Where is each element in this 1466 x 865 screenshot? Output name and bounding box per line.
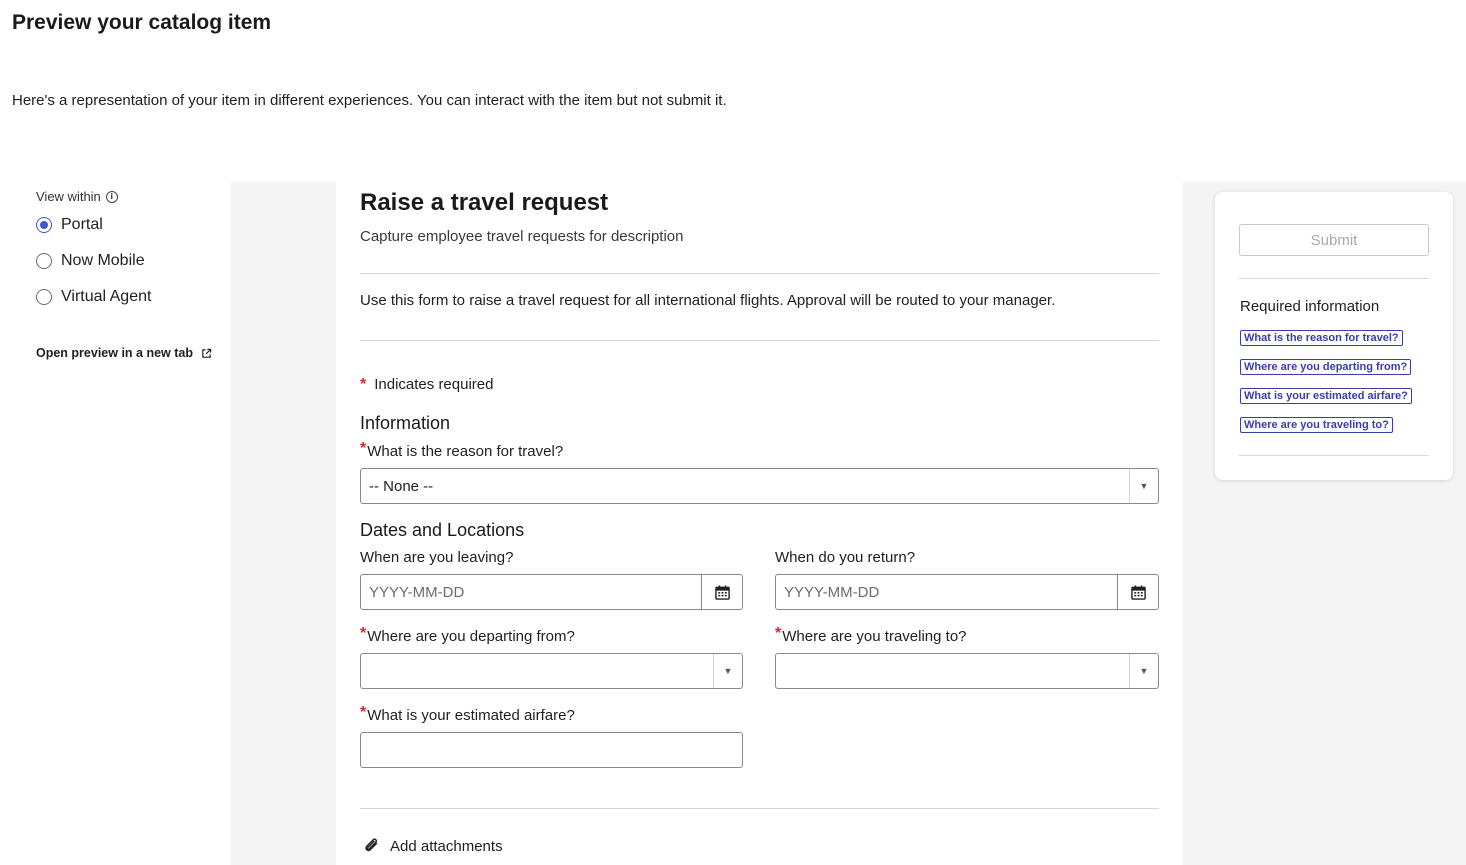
- departing-label-text: Where are you departing from?: [367, 628, 575, 645]
- radio-label-virtual-agent: Virtual Agent: [61, 288, 152, 305]
- traveling-to-label-text: Where are you traveling to?: [782, 628, 967, 645]
- leaving-date-field[interactable]: [360, 574, 743, 610]
- reason-select-value: -- None --: [369, 477, 434, 495]
- calendar-icon[interactable]: [701, 575, 742, 609]
- airfare-label: * What is your estimated airfare?: [360, 704, 575, 725]
- chevron-down-icon[interactable]: ▼: [1129, 654, 1158, 688]
- return-label: When do you return?: [775, 549, 915, 566]
- required-marker: *: [360, 376, 367, 393]
- indicates-required-text: Indicates required: [374, 376, 494, 393]
- divider: [360, 808, 1159, 809]
- radio-label-now-mobile: Now Mobile: [61, 252, 145, 269]
- departing-select[interactable]: ▼: [360, 653, 743, 689]
- airfare-label-text: What is your estimated airfare?: [367, 707, 575, 724]
- required-marker: *: [360, 440, 367, 457]
- departing-label: * Where are you departing from?: [360, 625, 575, 646]
- submit-button[interactable]: Submit: [1239, 224, 1429, 256]
- form-title: Raise a travel request: [360, 189, 609, 216]
- airfare-input[interactable]: [361, 733, 742, 767]
- calendar-icon[interactable]: [1117, 575, 1158, 609]
- view-within-text: View within: [36, 189, 101, 204]
- radio-portal[interactable]: Portal: [36, 216, 103, 234]
- chevron-down-icon[interactable]: ▼: [1129, 469, 1158, 503]
- return-label-text: When do you return?: [775, 549, 916, 566]
- external-link-icon: [202, 348, 212, 358]
- leaving-label: When are you leaving?: [360, 549, 513, 566]
- indicates-required: * Indicates required: [360, 376, 493, 394]
- open-preview-label: Open preview in a new tab: [36, 346, 193, 360]
- leaving-label-text: When are you leaving?: [360, 549, 514, 566]
- open-preview-link[interactable]: Open preview in a new tab: [36, 346, 212, 360]
- page-title: Preview your catalog item: [12, 11, 272, 34]
- required-info-title: Required information: [1240, 298, 1380, 315]
- radio-label-portal: Portal: [61, 216, 103, 233]
- chevron-down-icon[interactable]: ▼: [713, 654, 742, 688]
- divider: [1239, 278, 1429, 279]
- paperclip-icon: [365, 838, 378, 852]
- view-within-label: View within i: [36, 189, 118, 204]
- reason-select[interactable]: -- None -- ▼: [360, 468, 1159, 504]
- required-marker: *: [360, 625, 367, 642]
- section-information: Information: [360, 413, 451, 433]
- form-subtitle: Capture employee travel requests for des…: [360, 228, 684, 245]
- reason-label: * What is the reason for travel?: [360, 440, 564, 461]
- section-dates-locations: Dates and Locations: [360, 520, 525, 540]
- divider: [1239, 455, 1429, 456]
- airfare-field[interactable]: [360, 732, 743, 768]
- radio-button-icon[interactable]: [36, 253, 52, 269]
- form-description: Use this form to raise a travel request …: [360, 292, 1056, 309]
- return-date-input[interactable]: [776, 575, 1117, 609]
- required-link-departing[interactable]: Where are you departing from?: [1240, 359, 1412, 375]
- add-attachments-button[interactable]: Add attachments: [362, 836, 503, 856]
- add-attachments-label: Add attachments: [390, 837, 503, 855]
- required-link-traveling-to[interactable]: Where are you traveling to?: [1240, 417, 1393, 433]
- required-link-reason[interactable]: What is the reason for travel?: [1240, 330, 1403, 346]
- radio-virtual-agent[interactable]: Virtual Agent: [36, 288, 151, 306]
- divider: [360, 340, 1159, 341]
- info-icon[interactable]: i: [105, 190, 118, 203]
- leaving-date-input[interactable]: [361, 575, 701, 609]
- radio-button-icon[interactable]: [36, 217, 52, 233]
- required-marker: *: [360, 704, 367, 721]
- page-description: Here's a representation of your item in …: [12, 92, 727, 109]
- radio-now-mobile[interactable]: Now Mobile: [36, 252, 145, 270]
- required-marker: *: [775, 625, 782, 642]
- required-link-airfare[interactable]: What is your estimated airfare?: [1240, 388, 1412, 404]
- traveling-to-label: * Where are you traveling to?: [775, 625, 967, 646]
- return-date-field[interactable]: [775, 574, 1159, 610]
- reason-label-text: What is the reason for travel?: [367, 443, 564, 460]
- divider: [360, 273, 1159, 274]
- traveling-to-select[interactable]: ▼: [775, 653, 1159, 689]
- radio-button-icon[interactable]: [36, 289, 52, 305]
